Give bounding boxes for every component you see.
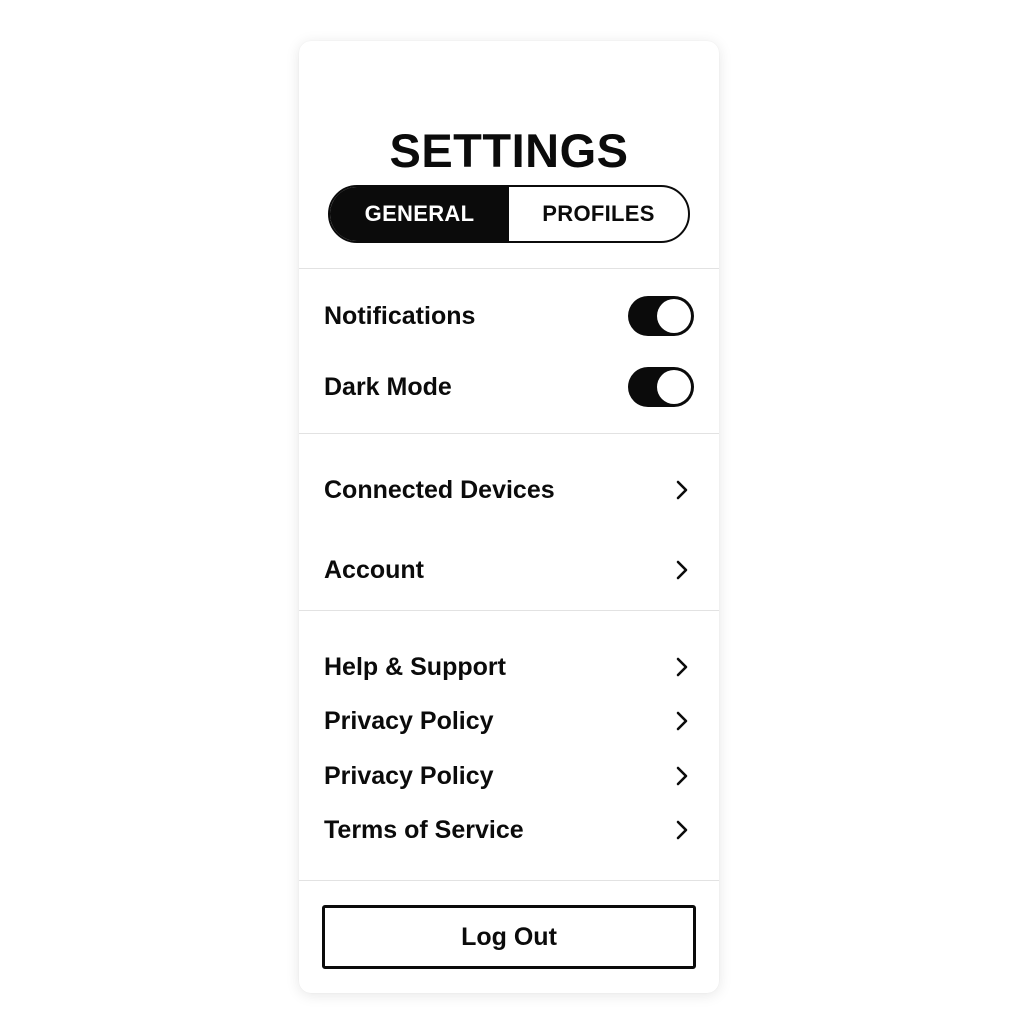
- terms-of-service-label: Terms of Service: [324, 815, 524, 844]
- chevron-right-icon: [670, 655, 694, 679]
- notifications-toggle[interactable]: [628, 296, 694, 336]
- toggle-knob: [657, 299, 691, 333]
- tab-general[interactable]: GENERAL: [330, 187, 509, 241]
- section-divider: [299, 610, 719, 611]
- chevron-right-icon: [670, 709, 694, 733]
- section-divider: [299, 880, 719, 881]
- list-item-connected-devices[interactable]: Connected Devices: [324, 468, 694, 512]
- list-item-privacy-policy[interactable]: Privacy Policy: [324, 754, 694, 798]
- dark-mode-row: Dark Mode: [324, 365, 694, 409]
- dark-mode-toggle[interactable]: [628, 367, 694, 407]
- privacy-policy-label: Privacy Policy: [324, 706, 494, 735]
- toggle-knob: [657, 370, 691, 404]
- notifications-row: Notifications: [324, 294, 694, 338]
- account-label: Account: [324, 555, 424, 584]
- connected-devices-label: Connected Devices: [324, 475, 555, 504]
- notifications-label: Notifications: [324, 301, 476, 330]
- list-item-help-support[interactable]: Help & Support: [324, 645, 694, 689]
- privacy-policy-label: Privacy Policy: [324, 761, 494, 790]
- settings-panel: SETTINGS GENERAL PROFILES Notifications …: [299, 41, 719, 993]
- dark-mode-label: Dark Mode: [324, 372, 452, 401]
- page-title: SETTINGS: [389, 124, 629, 177]
- tab-switcher: GENERAL PROFILES: [328, 185, 690, 243]
- chevron-right-icon: [670, 764, 694, 788]
- section-divider: [299, 433, 719, 434]
- list-item-privacy-policy[interactable]: Privacy Policy: [324, 699, 694, 743]
- section-divider: [299, 268, 719, 269]
- logout-button[interactable]: Log Out: [322, 905, 696, 969]
- chevron-right-icon: [670, 558, 694, 582]
- chevron-right-icon: [670, 818, 694, 842]
- list-item-terms-of-service[interactable]: Terms of Service: [324, 808, 694, 852]
- chevron-right-icon: [670, 478, 694, 502]
- help-support-label: Help & Support: [324, 652, 506, 681]
- tab-profiles[interactable]: PROFILES: [509, 187, 688, 241]
- list-item-account[interactable]: Account: [324, 548, 694, 592]
